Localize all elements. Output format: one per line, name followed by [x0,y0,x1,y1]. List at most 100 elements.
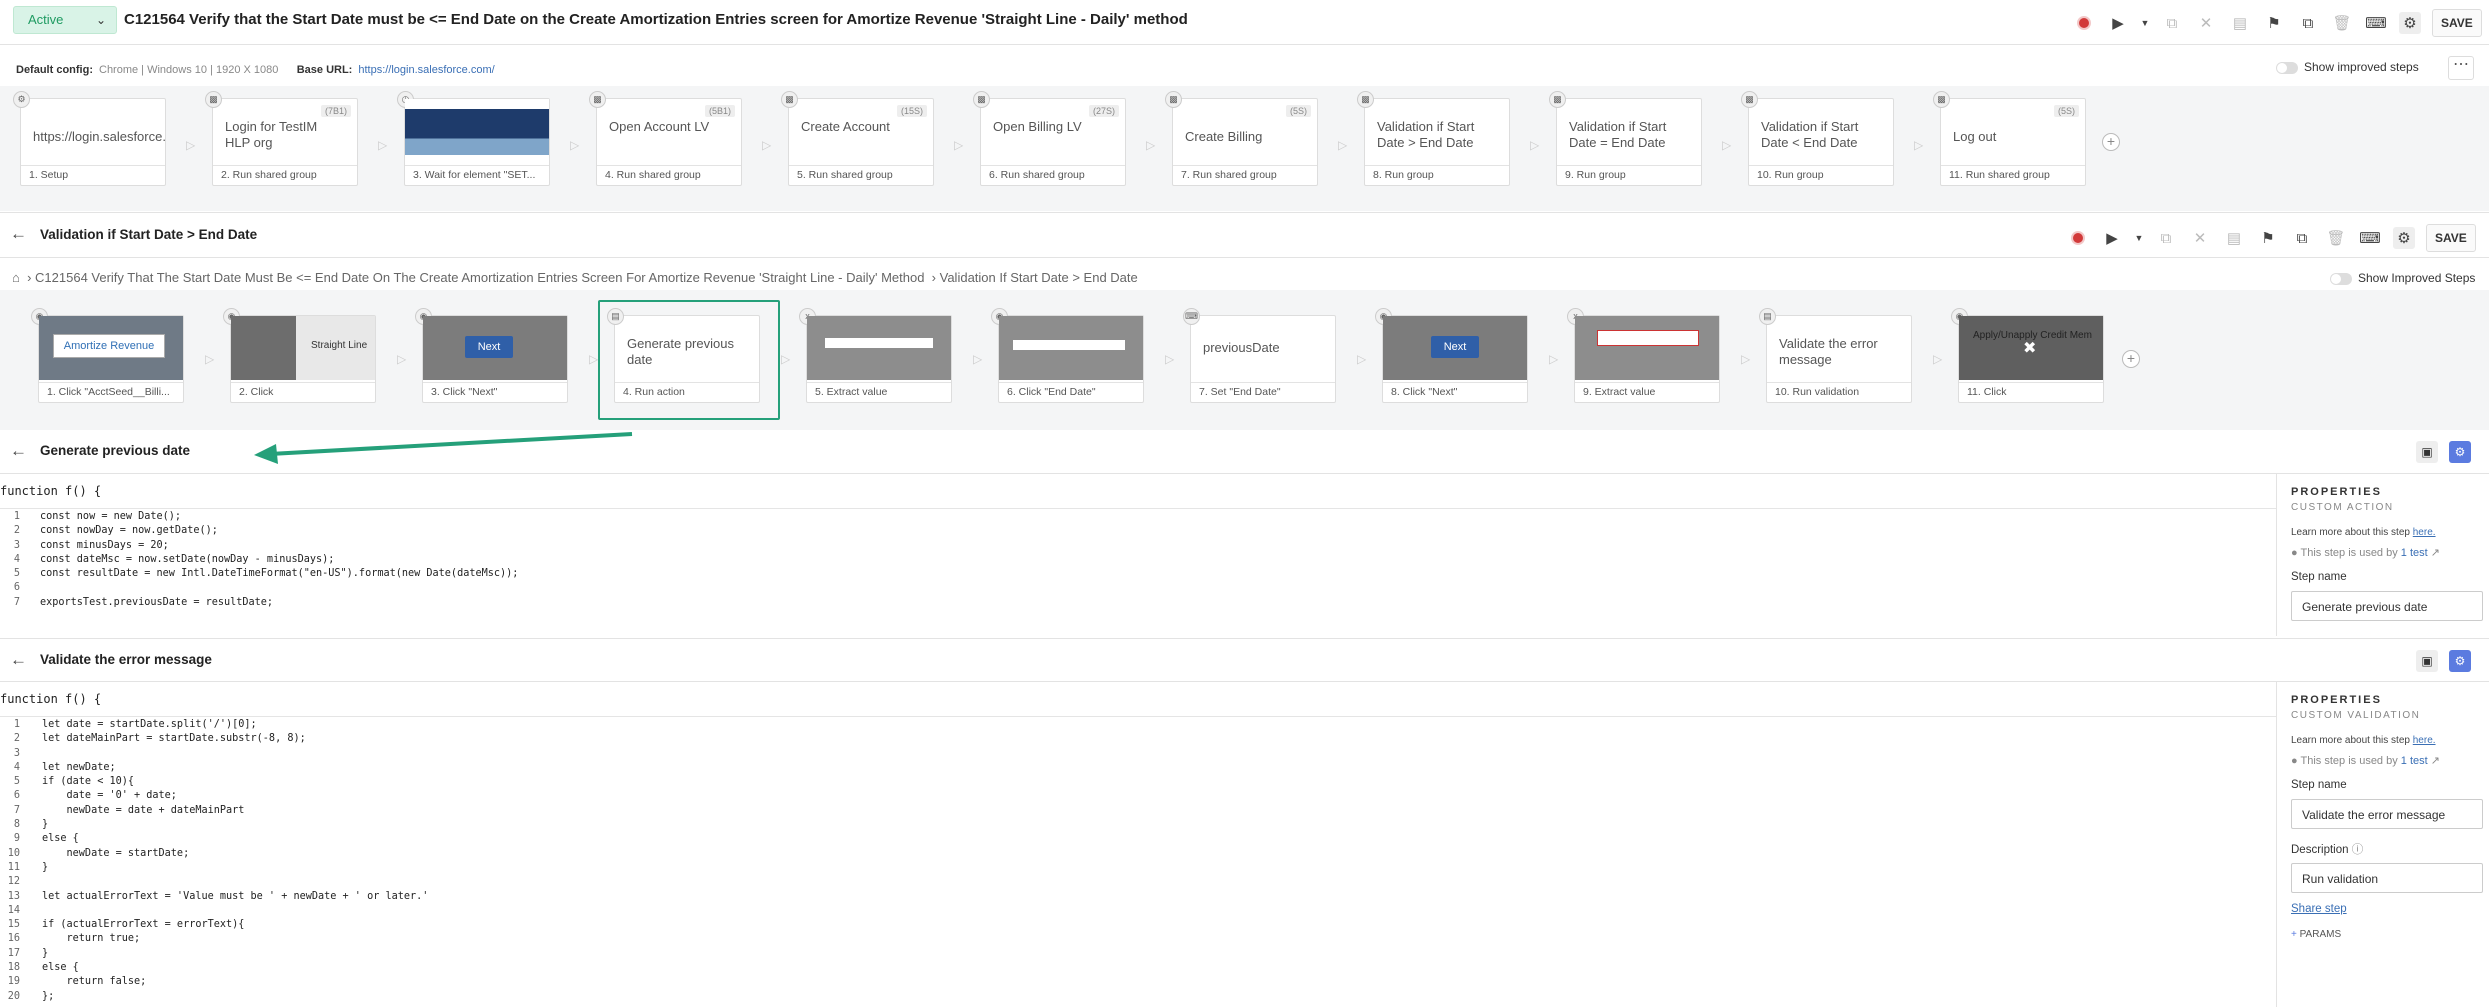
delete-icon[interactable]: 🗑 [2324,226,2348,250]
play-options-icon[interactable]: ▼ [2134,226,2144,250]
top-step[interactable]: ▩ (15S) Create Account 5. Run shared group [781,91,934,186]
code-line[interactable] [42,904,428,918]
settings-icon[interactable]: ⚙ [2398,11,2422,35]
toggle-switch[interactable] [2330,272,2352,285]
base-url-link[interactable]: https://login.salesforce.com/ [358,64,494,76]
paste-icon[interactable]: ▤ [2222,226,2246,250]
code-line[interactable]: return true; [42,932,428,946]
code-line[interactable]: const nowDay = now.getDate(); [40,524,518,538]
add-group-icon[interactable]: ⧉ [2290,226,2314,250]
top-step[interactable]: ▩ Validation if Start Date = End Date 9. R… [1549,91,1702,186]
more-options-button[interactable]: ⋯ [2448,56,2474,80]
code-line[interactable]: const minusDays = 20; [40,539,518,553]
code-line[interactable] [40,581,518,595]
group-step[interactable]: ◉Next8. Click "Next" [1375,308,1528,403]
play-options-icon[interactable]: ▼ [2140,11,2150,35]
code-line[interactable] [42,875,428,889]
screen-icon[interactable]: ▣ [2416,650,2438,672]
code-line[interactable]: newDate = startDate; [42,847,428,861]
breadcrumb-group[interactable]: Validation If Start Date > End Date [940,270,1138,285]
top-step[interactable]: ▩ (5B1) Open Account LV 4. Run shared group [589,91,742,186]
top-step[interactable]: ▩ (5S) Create Billing 7. Run shared group [1165,91,1318,186]
group-step[interactable]: ◉Amortize Revenue1. Click "AcctSeed__Bil… [31,308,184,403]
play-icon[interactable]: ▶ [2100,226,2124,250]
learn-link[interactable]: here. [2413,527,2436,538]
code-line[interactable]: let dateMainPart = startDate.substr(-8, … [42,732,428,746]
code-line[interactable]: exportsTest.previousDate = resultDate; [40,596,518,610]
back-arrow-icon[interactable]: ← [10,441,27,461]
top-step[interactable]: ▩ (5S) Log out 11. Run shared group [1933,91,2086,186]
cut-icon[interactable]: ✕ [2194,11,2218,35]
params-toggle[interactable]: + PARAMS [2291,929,2489,940]
group-step[interactable]: x5. Extract value [799,308,952,403]
tag-icon[interactable]: ⚑ [2256,226,2280,250]
group-step[interactable]: ⌨ previousDate 7. Set "End Date" [1183,308,1336,403]
used-link[interactable]: 1 test [2401,755,2428,767]
improved-steps-toggle[interactable]: Show improved steps [2276,60,2419,74]
settings-icon[interactable]: ⚙ [2392,226,2416,250]
code-line[interactable]: const now = new Date(); [40,510,518,524]
used-link[interactable]: 1 test [2401,547,2428,559]
add-step-icon[interactable]: + [2122,350,2140,368]
group-step[interactable]: ◉Next3. Click "Next" [415,308,568,403]
group-step[interactable]: x9. Extract value [1567,308,1720,403]
record-icon[interactable] [2066,226,2090,250]
screen-icon[interactable]: ▣ [2416,441,2438,463]
code-line[interactable]: if (date < 10){ [42,775,428,789]
code-line[interactable]: } [42,818,428,832]
code-line[interactable]: let newDate; [42,761,428,775]
code-line[interactable]: const resultDate = new Intl.DateTimeForm… [40,567,518,581]
step-name-input[interactable]: Generate previous date [2291,591,2483,621]
paste-icon[interactable]: ▤ [2228,11,2252,35]
code-line[interactable] [42,747,428,761]
code-line[interactable]: else { [42,961,428,975]
code-icon[interactable]: ⌨ [2358,226,2382,250]
code-line[interactable]: date = '0' + date; [42,789,428,803]
code-line[interactable]: let actualErrorText = 'Value must be ' +… [42,890,428,904]
save-button[interactable]: SAVE [2432,9,2482,37]
share-step-link[interactable]: Share step [2291,903,2489,915]
code-icon[interactable]: ⌨ [2364,11,2388,35]
improved-steps-toggle-group[interactable]: Show Improved Steps [2330,271,2475,285]
group-step[interactable]: ◉Straight Line2. Click [223,308,376,403]
group-step[interactable]: ▤ Validate the error message 10. Run valid… [1759,308,1912,403]
code-line[interactable]: let date = startDate.split('/')[0]; [42,718,428,732]
back-arrow-icon[interactable]: ← [10,224,27,244]
code-line[interactable]: if (actualErrorText = errorText){ [42,918,428,932]
back-arrow-icon[interactable]: ← [10,650,27,670]
add-group-icon[interactable]: ⧉ [2296,11,2320,35]
code-line[interactable]: } [42,861,428,875]
save-button[interactable]: SAVE [2426,224,2476,252]
top-step[interactable]: ▩ Validation if Start Date < End Date 10. … [1741,91,1894,186]
code-line[interactable]: } [42,947,428,961]
step-name-input[interactable]: Validate the error message [2291,799,2483,829]
learn-link[interactable]: here. [2413,735,2436,746]
play-icon[interactable]: ▶ [2106,11,2130,35]
tag-icon[interactable]: ⚑ [2262,11,2286,35]
top-step[interactable]: ▩ Validation if Start Date > End Date 8. R… [1357,91,1510,186]
copy-icon[interactable]: ⧉ [2160,11,2184,35]
settings-icon[interactable]: ⚙ [2449,441,2471,463]
settings-icon[interactable]: ⚙ [2449,650,2471,672]
add-step-icon[interactable]: + [2102,133,2120,151]
group-step[interactable]: ◉6. Click "End Date" [991,308,1144,403]
editor2-code[interactable]: let date = startDate.split('/')[0]; let d… [42,718,428,1004]
group-step[interactable]: ◉Apply/Unapply Credit Mem✖11. Click [1951,308,2104,403]
code-line[interactable]: else { [42,832,428,846]
breadcrumb-test[interactable]: C121564 Verify That The Start Date Must … [35,270,924,285]
top-step[interactable]: ▩ (7B1) Login for TestIM HLP org 2. Run sha… [205,91,358,186]
status-dropdown[interactable]: Active ⌄ [13,6,117,34]
top-step[interactable]: ⚙ https://login.salesforce. 1. Setup [13,91,166,186]
code-line[interactable]: return false; [42,975,428,989]
editor1-code[interactable]: const now = new Date(); const nowDay = no… [40,510,518,610]
default-config-value[interactable]: Chrome | Windows 10 | 1920 X 1080 [99,64,278,76]
home-icon[interactable]: ⌂ [12,270,20,285]
cut-icon[interactable]: ✕ [2188,226,2212,250]
code-line[interactable]: const dateMsc = now.setDate(nowDay - min… [40,553,518,567]
code-line[interactable]: }; [42,990,428,1004]
code-line[interactable]: newDate = date + dateMainPart [42,804,428,818]
top-step[interactable]: ▩ (27S) Open Billing LV 6. Run shared group [973,91,1126,186]
copy-icon[interactable]: ⧉ [2154,226,2178,250]
top-step[interactable]: ◷3. Wait for element "SET... [397,91,550,186]
delete-icon[interactable]: 🗑 [2330,11,2354,35]
